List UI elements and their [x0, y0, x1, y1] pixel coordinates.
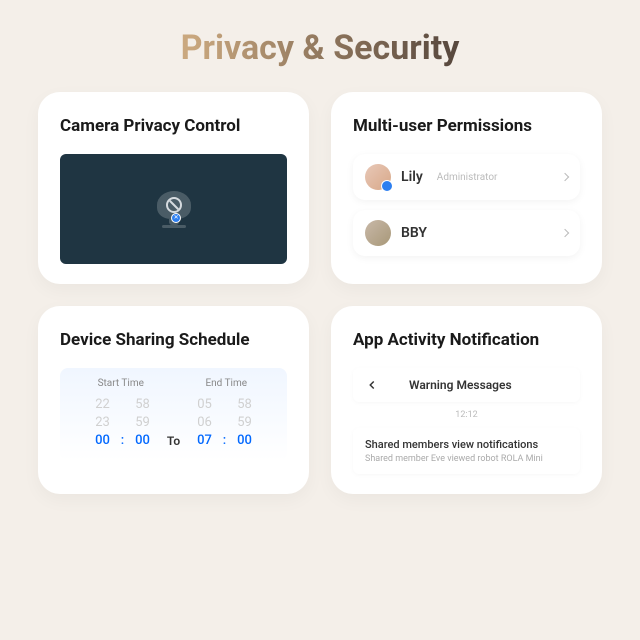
user-name: Lily [401, 169, 423, 185]
minute: 59 [131, 415, 155, 430]
back-arrow-icon[interactable] [365, 378, 379, 392]
user-row-lily[interactable]: Lily Administrator [353, 154, 580, 200]
hour: 06 [193, 415, 217, 430]
notification-item[interactable]: Shared members view notifications Shared… [353, 428, 580, 474]
time-row: 22 58 05 58 [68, 397, 279, 412]
chevron-right-icon [561, 229, 569, 237]
notification-item-title: Shared members view notifications [365, 438, 568, 451]
notification-item-body: Shared member Eve viewed robot ROLA Mini [365, 454, 568, 464]
minute[interactable]: 00 [131, 433, 155, 448]
time-row: 23 59 06 59 [68, 415, 279, 430]
camera-disabled-icon: ✕ [157, 191, 191, 228]
end-time-label: End Time [174, 378, 280, 389]
schedule-header: Start Time End Time [68, 378, 279, 389]
hour[interactable]: 07 [193, 433, 217, 448]
hour[interactable]: 00 [91, 433, 115, 448]
user-role: Administrator [437, 172, 498, 183]
avatar [365, 164, 391, 190]
start-time-label: Start Time [68, 378, 174, 389]
user-name: BBY [401, 225, 427, 241]
card-title: Multi-user Permissions [353, 116, 580, 136]
notification-header: Warning Messages [353, 368, 580, 402]
minute: 58 [233, 397, 257, 412]
minute[interactable]: 00 [233, 433, 257, 448]
hour: 23 [91, 415, 115, 430]
camera-badge-icon: ✕ [171, 213, 181, 223]
colon: : [221, 433, 229, 448]
minute: 59 [233, 415, 257, 430]
page-title: Privacy & Security [0, 0, 640, 92]
to-label: To [159, 434, 189, 448]
card-activity: App Activity Notification Warning Messag… [331, 306, 602, 494]
card-title: App Activity Notification [353, 330, 580, 350]
card-title: Device Sharing Schedule [60, 330, 287, 350]
avatar [365, 220, 391, 246]
notification-title: Warning Messages [409, 378, 512, 392]
card-title: Camera Privacy Control [60, 116, 287, 136]
time-picker[interactable]: Start Time End Time 22 58 05 58 23 59 06… [60, 368, 287, 461]
user-row-bby[interactable]: BBY [353, 210, 580, 256]
user-list: Lily Administrator BBY [353, 154, 580, 256]
chevron-right-icon [561, 173, 569, 181]
hour: 22 [91, 397, 115, 412]
card-grid: Camera Privacy Control ✕ Multi-user Perm… [0, 92, 640, 494]
time-row-selected[interactable]: 00 : 00 To 07 : 00 [68, 433, 279, 448]
notification-timestamp: 12:12 [353, 410, 580, 420]
card-schedule: Device Sharing Schedule Start Time End T… [38, 306, 309, 494]
notification-panel: Warning Messages 12:12 Shared members vi… [353, 368, 580, 474]
minute: 58 [131, 397, 155, 412]
camera-preview[interactable]: ✕ [60, 154, 287, 264]
hour: 05 [193, 397, 217, 412]
card-multi-user: Multi-user Permissions Lily Administrato… [331, 92, 602, 284]
card-camera-privacy: Camera Privacy Control ✕ [38, 92, 309, 284]
colon: : [119, 433, 127, 448]
